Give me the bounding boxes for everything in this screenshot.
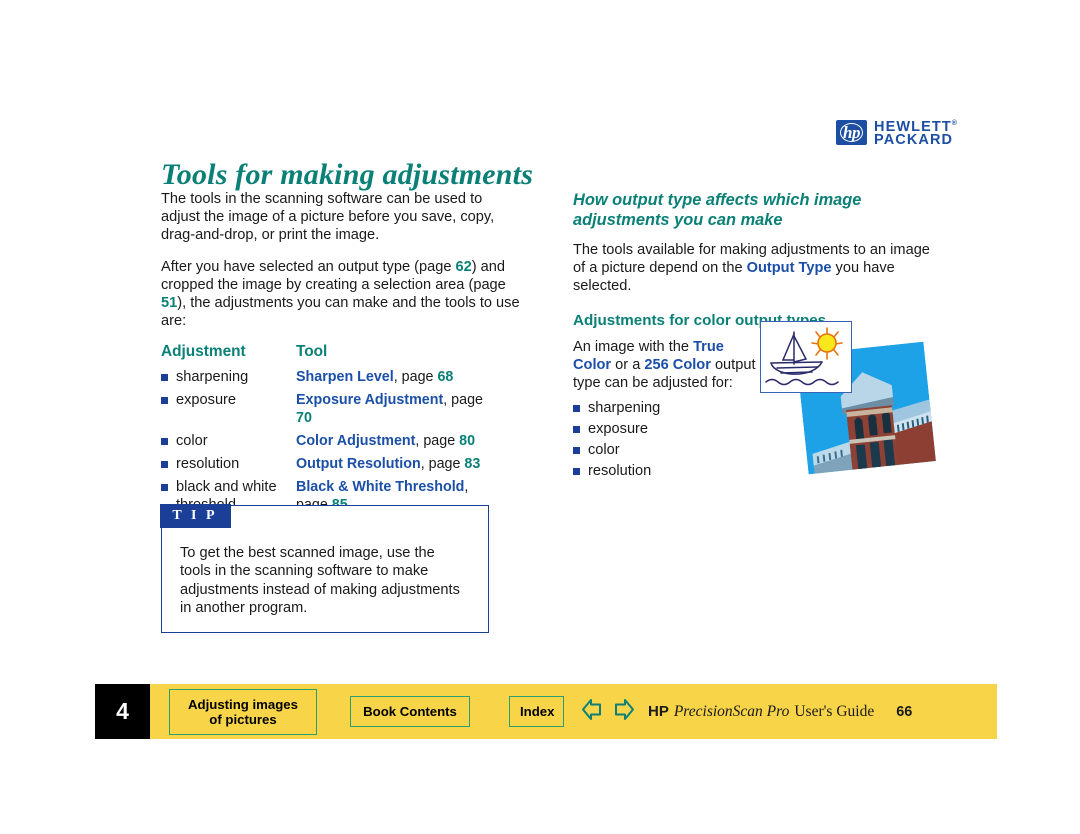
section-heading: How output type affects which image adju… bbox=[573, 191, 862, 229]
table-row: resolution Output Resolution, page 83 bbox=[161, 455, 501, 473]
list-item-label: exposure bbox=[588, 421, 649, 438]
page-ref-62[interactable]: 62 bbox=[456, 259, 472, 275]
bullet-square-icon bbox=[573, 405, 580, 413]
index-button[interactable]: Index bbox=[509, 696, 564, 727]
hp-logo-line2: PACKARD bbox=[874, 132, 954, 149]
footer-product: PrecisionScan Pro bbox=[673, 702, 790, 720]
page-word: , page bbox=[393, 369, 438, 386]
footer-navigation-bar: 4 Adjusting images of pictures Book Cont… bbox=[95, 684, 997, 739]
bullet-square-icon bbox=[573, 426, 580, 434]
column-header-adjustment: Adjustment bbox=[161, 343, 246, 361]
table-row: sharpening Sharpen Level, page 68 bbox=[161, 368, 501, 386]
book-contents-button[interactable]: Book Contents bbox=[350, 696, 470, 727]
bullet-square-icon bbox=[573, 447, 580, 455]
bullet-square-icon bbox=[161, 438, 168, 446]
tool-page-ref[interactable]: 80 bbox=[459, 433, 475, 449]
page-word: , page bbox=[443, 392, 483, 409]
right-arrow-icon[interactable] bbox=[611, 697, 636, 727]
list-item-label: color bbox=[588, 442, 620, 459]
table-row: color Color Adjustment, page 80 bbox=[161, 432, 501, 450]
page-ref-51[interactable]: 51 bbox=[161, 295, 177, 311]
output-type-paragraph: After you have selected an output type (… bbox=[161, 258, 521, 331]
color-output-intro: An image with the True Color or a 256 Co… bbox=[573, 338, 761, 393]
para2-seg3: ), the adjustments you can make and the … bbox=[161, 295, 520, 330]
adjustment-label: sharpening bbox=[176, 369, 249, 386]
hp-logo-letters: hp bbox=[843, 122, 860, 142]
bullet-square-icon bbox=[161, 397, 168, 405]
tool-link[interactable]: Black & White Threshold bbox=[296, 479, 464, 495]
tool-page-ref[interactable]: 68 bbox=[437, 369, 453, 385]
adjustment-label: color bbox=[176, 433, 208, 450]
page-word: , page bbox=[420, 456, 465, 473]
intro-seg1: An image with the bbox=[573, 338, 694, 355]
256-color-link[interactable]: 256 Color bbox=[644, 357, 711, 373]
left-arrow-icon[interactable] bbox=[580, 697, 605, 727]
page-word: , page bbox=[415, 433, 460, 450]
para2-seg1: After you have selected an output type (… bbox=[161, 258, 456, 275]
tool-cell: Sharpen Level, page 68 bbox=[296, 368, 501, 386]
list-item-label: sharpening bbox=[588, 400, 661, 417]
tool-link[interactable]: Output Resolution bbox=[296, 456, 421, 472]
adjustment-label: exposure bbox=[176, 392, 237, 409]
tool-cell: Color Adjustment, page 80 bbox=[296, 432, 501, 450]
hp-logo-mark: hp bbox=[836, 119, 867, 145]
output-type-link[interactable]: Output Type bbox=[747, 260, 832, 276]
adjustment-tool-table: Adjustment Tool sharpening Sharpen Level… bbox=[161, 343, 501, 514]
list-item-label: resolution bbox=[588, 463, 652, 480]
tool-link[interactable]: Sharpen Level bbox=[296, 369, 394, 385]
page-title: Tools for making adjustments bbox=[161, 158, 534, 192]
intro-seg2: or a bbox=[611, 356, 645, 373]
bullet-square-icon bbox=[161, 374, 168, 382]
footer-page-number: 66 bbox=[896, 703, 913, 720]
chapter-name-button[interactable]: Adjusting images of pictures bbox=[169, 688, 317, 735]
table-row: exposure Exposure Adjustment, page 70 bbox=[161, 391, 501, 427]
registered-mark: ® bbox=[951, 120, 959, 127]
tip-box: T I P To get the best scanned image, use… bbox=[160, 504, 489, 633]
footer-brand: HP bbox=[648, 702, 669, 720]
table-header-row: Adjustment Tool bbox=[161, 343, 501, 361]
sailboat-line-drawing bbox=[760, 321, 852, 393]
navigation-arrows bbox=[580, 697, 636, 727]
intro-paragraph: The tools in the scanning software can b… bbox=[161, 191, 495, 244]
tool-page-ref[interactable]: 70 bbox=[296, 410, 312, 426]
tool-link[interactable]: Exposure Adjustment bbox=[296, 392, 443, 408]
bullet-square-icon bbox=[161, 484, 168, 492]
footer-guide-label: User's Guide bbox=[794, 702, 875, 720]
hp-logo: hp HEWLETT® PACKARD bbox=[836, 117, 958, 148]
tool-page-ref[interactable]: 83 bbox=[464, 456, 480, 472]
adjustment-cell: exposure bbox=[161, 391, 296, 427]
tool-link[interactable]: Color Adjustment bbox=[296, 433, 415, 449]
left-column: The tools in the scanning software can b… bbox=[161, 190, 521, 519]
chapter-number-box: 4 bbox=[95, 684, 150, 739]
output-type-description: The tools available for making adjustmen… bbox=[573, 241, 935, 296]
column-header-tool: Tool bbox=[296, 343, 328, 361]
bullet-square-icon bbox=[161, 461, 168, 469]
tip-label: T I P bbox=[160, 504, 231, 529]
guide-title: HP PrecisionScan Pro User's Guide bbox=[648, 703, 874, 721]
adjustment-cell: sharpening bbox=[161, 368, 296, 386]
adjustment-cell: resolution bbox=[161, 455, 296, 473]
artwork-group bbox=[755, 320, 950, 480]
adjustment-cell: color bbox=[161, 432, 296, 450]
tool-cell: Exposure Adjustment, page 70 bbox=[296, 391, 501, 427]
tool-cell: Output Resolution, page 83 bbox=[296, 455, 501, 473]
adjustment-label: resolution bbox=[176, 456, 240, 473]
hp-logo-wordmark: HEWLETT® PACKARD bbox=[874, 117, 958, 148]
bullet-square-icon bbox=[573, 468, 580, 476]
